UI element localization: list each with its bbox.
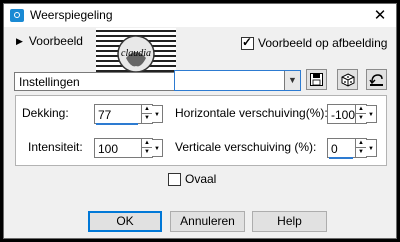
- preview-thumbnail[interactable]: claudia: [96, 28, 176, 76]
- down-arrow-icon[interactable]: ▼: [142, 148, 152, 157]
- vertical-offset-value: 0: [331, 142, 338, 156]
- intensity-stepper[interactable]: ▲ ▼: [141, 139, 152, 157]
- window-frame: Weerspiegeling ✕ ▶ Voorbeeld claudia ✓ V…: [0, 0, 400, 242]
- horizontal-offset-stepper[interactable]: ▲ ▼: [355, 105, 366, 123]
- expand-triangle-icon: ▶: [16, 35, 23, 46]
- focus-underline: [329, 157, 353, 159]
- vertical-offset-stepper[interactable]: ▲ ▼: [355, 139, 366, 157]
- window-title: Weerspiegeling: [30, 8, 113, 22]
- horizontal-offset-dropdown-arrow[interactable]: ▼: [366, 105, 377, 123]
- preview-toggle[interactable]: ▶ Voorbeeld: [16, 34, 83, 48]
- down-arrow-icon[interactable]: ▼: [142, 114, 152, 123]
- oval-box[interactable]: [168, 172, 181, 186]
- intensity-value: 100: [98, 142, 119, 156]
- opacity-spinbox[interactable]: 77 ▲ ▼ ▼: [94, 104, 163, 125]
- up-arrow-icon[interactable]: ▲: [142, 139, 152, 148]
- down-arrow-icon[interactable]: ▼: [356, 148, 366, 157]
- save-icon: [310, 73, 323, 86]
- intensity-label: Intensiteit:: [28, 140, 83, 154]
- reset-icon: [369, 73, 383, 86]
- preview-toggle-label: Voorbeeld: [28, 34, 83, 48]
- title-bar: Weerspiegeling ✕: [4, 4, 396, 27]
- up-arrow-icon[interactable]: ▲: [356, 139, 366, 148]
- opacity-stepper[interactable]: ▲ ▼: [141, 105, 152, 123]
- preview-thumbnail-text: claudia: [121, 48, 151, 59]
- horizontal-offset-spinbox[interactable]: -100 ▲ ▼ ▼: [327, 104, 377, 124]
- up-arrow-icon[interactable]: ▲: [142, 105, 152, 114]
- horizontal-offset-value: -100: [331, 108, 356, 122]
- intensity-spinbox[interactable]: 100 ▲ ▼ ▼: [94, 138, 163, 158]
- preview-on-image-box[interactable]: [241, 35, 254, 50]
- help-button[interactable]: Help: [252, 211, 327, 232]
- oval-checkbox[interactable]: Ovaal: [168, 172, 216, 186]
- randomize-icon: [341, 72, 354, 87]
- app-icon: [10, 9, 24, 22]
- up-arrow-icon[interactable]: ▲: [356, 105, 366, 114]
- chevron-down-icon[interactable]: ▼: [284, 71, 300, 90]
- horizontal-offset-label: Horizontale verschuiving(%):: [175, 106, 328, 120]
- reset-button[interactable]: [366, 69, 387, 90]
- cancel-button[interactable]: Annuleren: [170, 211, 245, 232]
- preview-on-image-label: Voorbeeld op afbeelding: [258, 36, 388, 50]
- settings-preset-select[interactable]: ▼: [174, 70, 301, 91]
- close-button[interactable]: ✕: [368, 6, 392, 25]
- vertical-offset-label: Verticale verschuiving (%):: [175, 140, 317, 154]
- parameters-group: Dekking: 77 ▲ ▼ ▼ Horizontale verschuivi…: [15, 95, 387, 166]
- settings-label: Instellingen: [14, 72, 174, 91]
- randomize-button[interactable]: [337, 69, 358, 90]
- opacity-dropdown-arrow[interactable]: ▼: [152, 105, 163, 123]
- preview-on-image-checkbox[interactable]: Voorbeeld op afbeelding: [241, 35, 388, 50]
- ok-button[interactable]: OK: [88, 211, 162, 232]
- opacity-value: 77: [98, 108, 112, 122]
- focus-underline: [96, 123, 138, 125]
- intensity-dropdown-arrow[interactable]: ▼: [152, 139, 163, 157]
- vertical-offset-spinbox[interactable]: 0 ▲ ▼ ▼: [327, 138, 377, 159]
- vertical-offset-dropdown-arrow[interactable]: ▼: [366, 139, 377, 157]
- opacity-label: Dekking:: [22, 106, 69, 120]
- dialog: Weerspiegeling ✕ ▶ Voorbeeld claudia ✓ V…: [3, 3, 397, 239]
- down-arrow-icon[interactable]: ▼: [356, 114, 366, 123]
- oval-label: Ovaal: [185, 172, 217, 186]
- preview-image: claudia: [96, 30, 176, 73]
- save-preset-button[interactable]: [306, 69, 327, 90]
